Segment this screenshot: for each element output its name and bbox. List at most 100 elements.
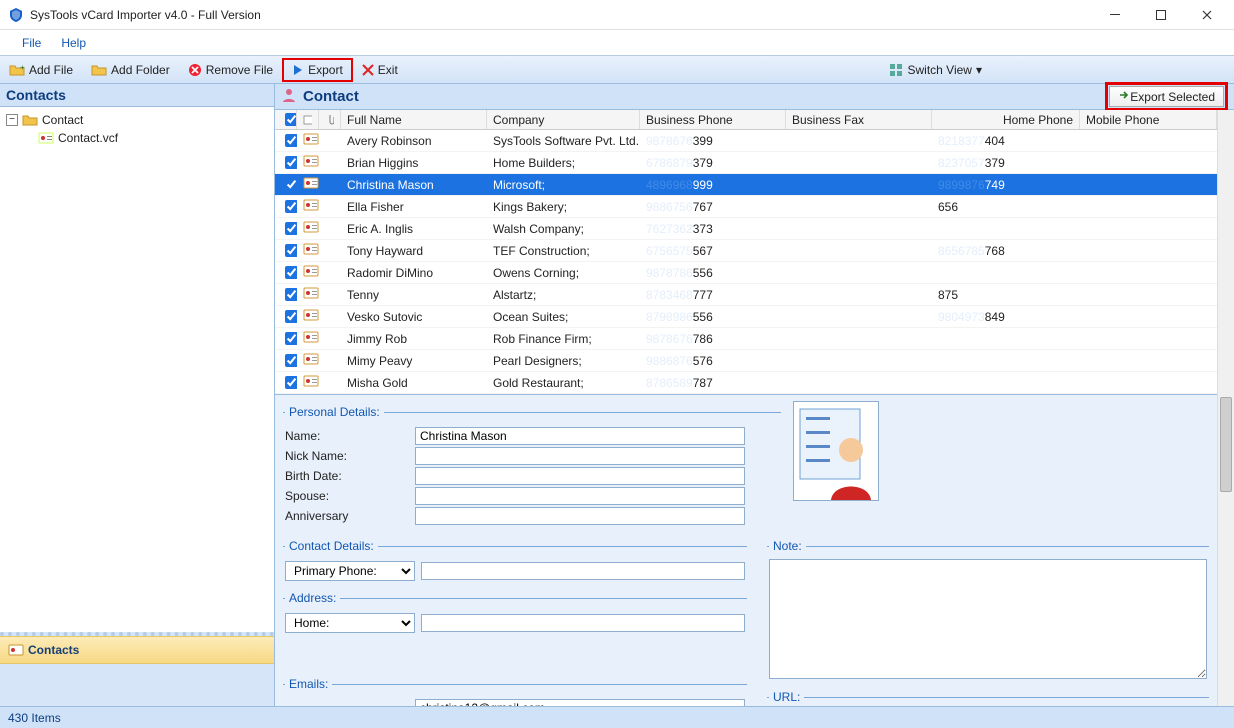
table-row[interactable]: Brian HigginsHome Builders;6786879678687… <box>275 152 1217 174</box>
th-home-phone[interactable]: Home Phone <box>932 110 1080 129</box>
row-checkbox[interactable] <box>285 222 297 235</box>
cell-company: TEF Construction; <box>487 242 640 260</box>
spouse-field[interactable] <box>415 487 745 505</box>
menu-help[interactable]: Help <box>51 32 96 54</box>
row-checkbox[interactable] <box>285 354 297 367</box>
cell-mobile-phone <box>1080 249 1217 253</box>
remove-file-button[interactable]: Remove File <box>180 58 281 82</box>
table-row[interactable]: Eric A. InglisWalsh Company;762736276273… <box>275 218 1217 240</box>
details-scrollbar[interactable] <box>1217 395 1234 706</box>
row-checkbox[interactable] <box>285 244 297 257</box>
tree-vcf-node[interactable]: Contact.vcf <box>2 129 272 147</box>
vcard-icon <box>38 131 54 145</box>
contacts-table: Full Name Company Business Phone Busines… <box>275 110 1217 395</box>
minimize-button[interactable] <box>1092 0 1138 30</box>
table-row[interactable]: Tony HaywardTEF Construction;67565756756… <box>275 240 1217 262</box>
vcard-icon <box>303 308 319 322</box>
note-field[interactable] <box>769 559 1207 679</box>
cell-mobile-phone <box>1080 139 1217 143</box>
row-checkbox[interactable] <box>285 134 297 147</box>
table-header: Full Name Company Business Phone Busines… <box>275 110 1217 130</box>
cell-mobile-phone <box>1080 161 1217 165</box>
th-card-icon <box>297 110 319 129</box>
cell-home-phone: 875 <box>932 286 1080 304</box>
status-items: 430 Items <box>8 711 61 725</box>
table-row[interactable]: Mimy PeavyPearl Designers;98868769886876… <box>275 350 1217 372</box>
th-business-fax[interactable]: Business Fax <box>786 110 932 129</box>
table-row[interactable]: Vesko SutovicOcean Suites;87989868798986… <box>275 306 1217 328</box>
table-row[interactable]: Ella FisherKings Bakery;9886756988675676… <box>275 196 1217 218</box>
maximize-button[interactable] <box>1138 0 1184 30</box>
cell-mobile-phone <box>1080 381 1217 385</box>
row-checkbox[interactable] <box>285 288 297 301</box>
primary-phone-select[interactable]: Primary Phone: <box>285 561 415 581</box>
table-row[interactable]: TennyAlstartz;87834688783468777875 <box>275 284 1217 306</box>
name-field[interactable] <box>415 427 745 445</box>
th-checkbox[interactable] <box>275 110 297 129</box>
th-mobile-phone[interactable]: Mobile Phone <box>1080 110 1217 129</box>
table-row[interactable]: Christina MasonMicrosoft;489696848969689… <box>275 174 1217 196</box>
switcher-contacts[interactable]: Contacts <box>0 636 274 664</box>
export-selected-button[interactable]: Export Selected <box>1109 86 1224 107</box>
tree-collapse-icon[interactable]: − <box>6 114 18 126</box>
cell-name: Avery Robinson <box>341 132 487 150</box>
cell-home-phone: 98998769899876749 <box>932 176 1080 194</box>
exit-button[interactable]: Exit <box>354 58 406 82</box>
menu-file[interactable]: File <box>12 32 51 54</box>
address-type-select[interactable]: Home: <box>285 613 415 633</box>
row-checkbox[interactable] <box>285 178 297 191</box>
emails-legend: Emails: <box>285 677 332 691</box>
add-file-button[interactable]: + Add File <box>1 58 81 82</box>
play-icon <box>292 64 304 76</box>
svg-text:+: + <box>20 63 25 72</box>
cell-business-phone: 48969684896968999 <box>640 176 786 194</box>
row-checkbox[interactable] <box>285 266 297 279</box>
cell-company: Alstartz; <box>487 286 640 304</box>
cell-home-phone: 98049739804973849 <box>932 308 1080 326</box>
add-folder-button[interactable]: Add Folder <box>83 58 178 82</box>
cell-business-phone: 98867569886756767 <box>640 198 786 216</box>
row-checkbox[interactable] <box>285 332 297 345</box>
th-business-phone[interactable]: Business Phone <box>640 110 786 129</box>
table-row[interactable]: Radomir DiMinoOwens Corning;987878698787… <box>275 262 1217 284</box>
table-row[interactable]: Avery RobinsonSysTools Software Pvt. Ltd… <box>275 130 1217 152</box>
tree-root[interactable]: − Contact <box>2 111 272 129</box>
address-field[interactable] <box>421 614 745 632</box>
cell-home-phone: 82370578237057379 <box>932 154 1080 172</box>
anniv-field[interactable] <box>415 507 745 525</box>
cell-company: Walsh Company; <box>487 220 640 238</box>
nick-field[interactable] <box>415 447 745 465</box>
cell-name: Tenny <box>341 286 487 304</box>
th-full-name[interactable]: Full Name <box>341 110 487 129</box>
row-checkbox[interactable] <box>285 376 297 389</box>
tree[interactable]: − Contact Contact.vcf <box>0 107 274 632</box>
cell-business-phone: 98786769878676786 <box>640 330 786 348</box>
row-checkbox[interactable] <box>285 156 297 169</box>
table-row[interactable]: Misha GoldGold Restaurant;87865898786589… <box>275 372 1217 394</box>
table-body[interactable]: Avery RobinsonSysTools Software Pvt. Ltd… <box>275 130 1217 394</box>
table-row[interactable]: Jimmy RobRob Finance Firm;98786769878676… <box>275 328 1217 350</box>
add-file-label: Add File <box>29 63 73 77</box>
cell-business-phone: 87989868798986556 <box>640 308 786 326</box>
switch-view-button[interactable]: Switch View ▾ <box>881 58 994 82</box>
cell-name: Misha Gold <box>341 374 487 392</box>
export-button[interactable]: Export <box>282 58 353 82</box>
th-company[interactable]: Company <box>487 110 640 129</box>
table-scrollbar[interactable] <box>1217 110 1234 395</box>
row-checkbox[interactable] <box>285 200 297 213</box>
vcard-icon <box>303 330 319 344</box>
menu-bar: File Help <box>0 30 1234 56</box>
cell-company: Kings Bakery; <box>487 198 640 216</box>
close-button[interactable] <box>1184 0 1230 30</box>
row-checkbox[interactable] <box>285 310 297 323</box>
cell-home-phone <box>932 381 1080 385</box>
cell-home-phone <box>932 227 1080 231</box>
primary-phone-field[interactable] <box>421 562 745 580</box>
personal-legend: Personal Details: <box>285 405 384 419</box>
cell-company: Rob Finance Firm; <box>487 330 640 348</box>
email-field[interactable] <box>415 699 745 706</box>
cell-name: Radomir DiMino <box>341 264 487 282</box>
url-legend: URL: <box>769 690 804 704</box>
contact-legend: Contact Details: <box>285 539 378 553</box>
birth-field[interactable] <box>415 467 745 485</box>
